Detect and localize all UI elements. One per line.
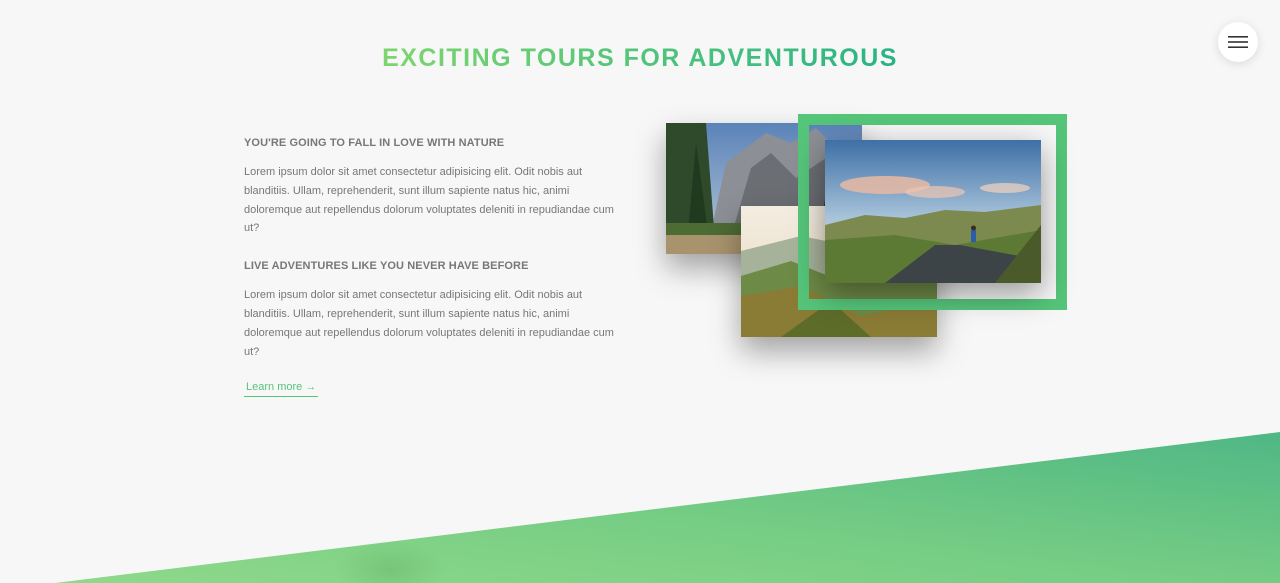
menu-button[interactable]: [1218, 22, 1258, 62]
heading-fall-in-love: YOU'RE GOING TO FALL IN LOVE WITH NATURE: [244, 137, 505, 149]
paragraph-nature: Lorem ipsum dolor sit amet consectetur a…: [244, 166, 614, 235]
text-column: YOU'RE GOING TO FALL IN LOVE WITH NATURE…: [244, 135, 619, 398]
section-title: EXCITING TOURS FOR ADVENTUROUS: [0, 42, 1280, 74]
skewed-gradient-band: [55, 432, 1280, 583]
learn-more-link[interactable]: Learn more →: [244, 380, 319, 398]
paragraph-adventures: Lorem ipsum dolor sit amet consectetur a…: [244, 289, 614, 358]
photo-cyclist-road: [825, 140, 1041, 283]
heading-live-adventures: LIVE ADVENTURES LIKE YOU NEVER HAVE BEFO…: [244, 260, 529, 273]
hamburger-menu-icon: [1228, 36, 1248, 48]
section-title-text: EXCITING TOURS FOR ADVENTUROUS: [382, 44, 898, 72]
